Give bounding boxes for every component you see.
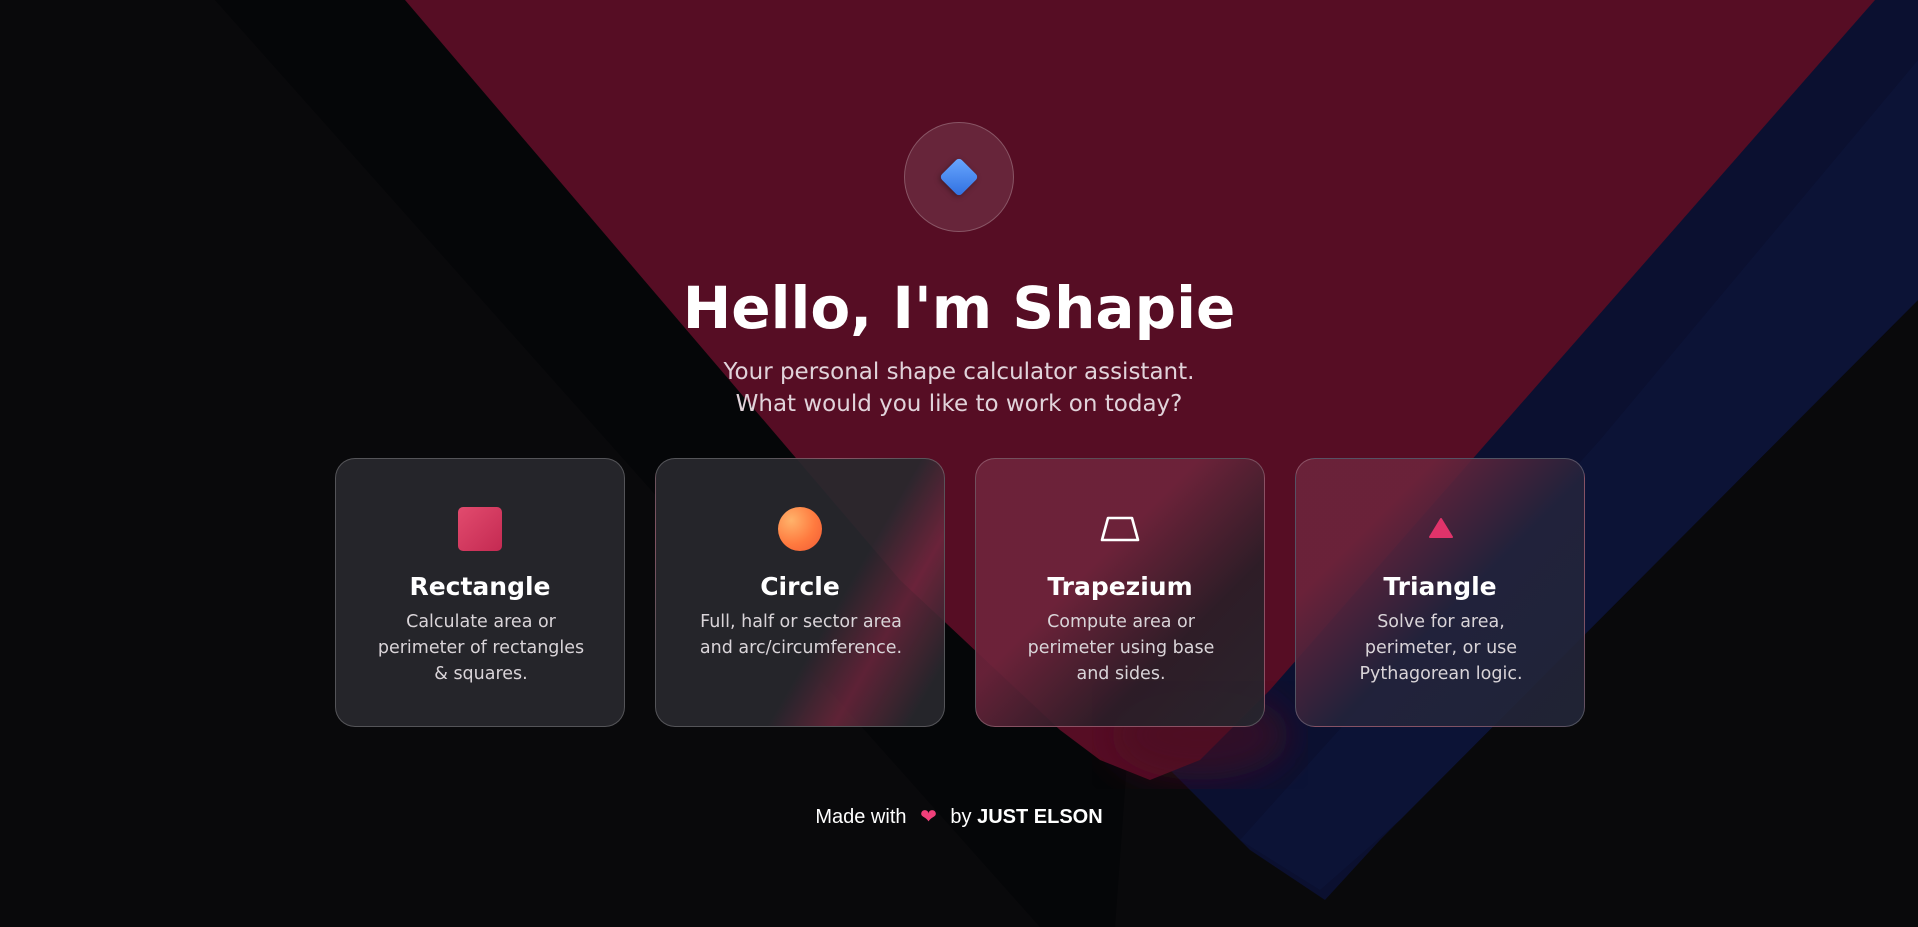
card-description-line: Compute area or xyxy=(1047,612,1195,632)
app-stage: Hello, I'm Shapie Your personal shape ca… xyxy=(0,0,1918,927)
card-title: Triangle xyxy=(1383,572,1497,601)
card-description: Calculate area or perimeter of rectangle… xyxy=(376,609,586,687)
card-description-line: perimeter using base xyxy=(1027,638,1215,658)
card-title: Trapezium xyxy=(1047,572,1193,601)
footer-credit: Made with ❤ by JUST ELSON xyxy=(0,803,1918,831)
card-rectangle[interactable]: Rectangle Calculate area or perimeter of… xyxy=(335,458,625,727)
heart-icon: ❤ xyxy=(920,806,937,828)
card-description-line: Solve for area, xyxy=(1377,612,1505,632)
card-description-line: and sides. xyxy=(1076,664,1166,684)
card-triangle[interactable]: Triangle Solve for area, perimeter, or u… xyxy=(1295,458,1585,727)
card-title: Circle xyxy=(760,572,840,601)
circle-icon xyxy=(778,507,822,551)
triangle-icon xyxy=(1429,518,1453,538)
card-description-line: and arc/circumference. xyxy=(699,638,903,658)
app-logo xyxy=(904,122,1014,232)
card-description-line: Full, half or sector area xyxy=(700,612,902,632)
card-title: Rectangle xyxy=(409,572,551,601)
diamond-icon xyxy=(939,157,979,197)
footer-by: by xyxy=(950,806,972,828)
subtitle-line: What would you like to work on today? xyxy=(735,391,1183,417)
subtitle-line: Your personal shape calculator assistant… xyxy=(723,359,1195,385)
card-trapezium[interactable]: Trapezium Compute area or perimeter usin… xyxy=(975,458,1265,727)
footer-prefix: Made with xyxy=(815,806,907,828)
card-description-line: Calculate area or xyxy=(406,612,556,632)
trapezium-icon xyxy=(1100,516,1140,542)
card-description-line: Pythagorean logic. xyxy=(1359,664,1523,684)
card-description-line: & squares. xyxy=(434,664,528,684)
page-subtitle: Your personal shape calculator assistant… xyxy=(0,356,1918,420)
page-title: Hello, I'm Shapie xyxy=(682,274,1236,342)
card-description-line: perimeter, or use xyxy=(1364,638,1518,658)
card-description: Full, half or sector area and arc/circum… xyxy=(696,609,906,661)
square-icon xyxy=(458,507,502,551)
card-description-line: perimeter of rectangles xyxy=(377,638,585,658)
card-circle[interactable]: Circle Full, half or sector area and arc… xyxy=(655,458,945,727)
card-description: Compute area or perimeter using base and… xyxy=(1016,609,1226,687)
card-description: Solve for area, perimeter, or use Pythag… xyxy=(1336,609,1546,687)
footer-author[interactable]: JUST ELSON xyxy=(977,806,1103,828)
